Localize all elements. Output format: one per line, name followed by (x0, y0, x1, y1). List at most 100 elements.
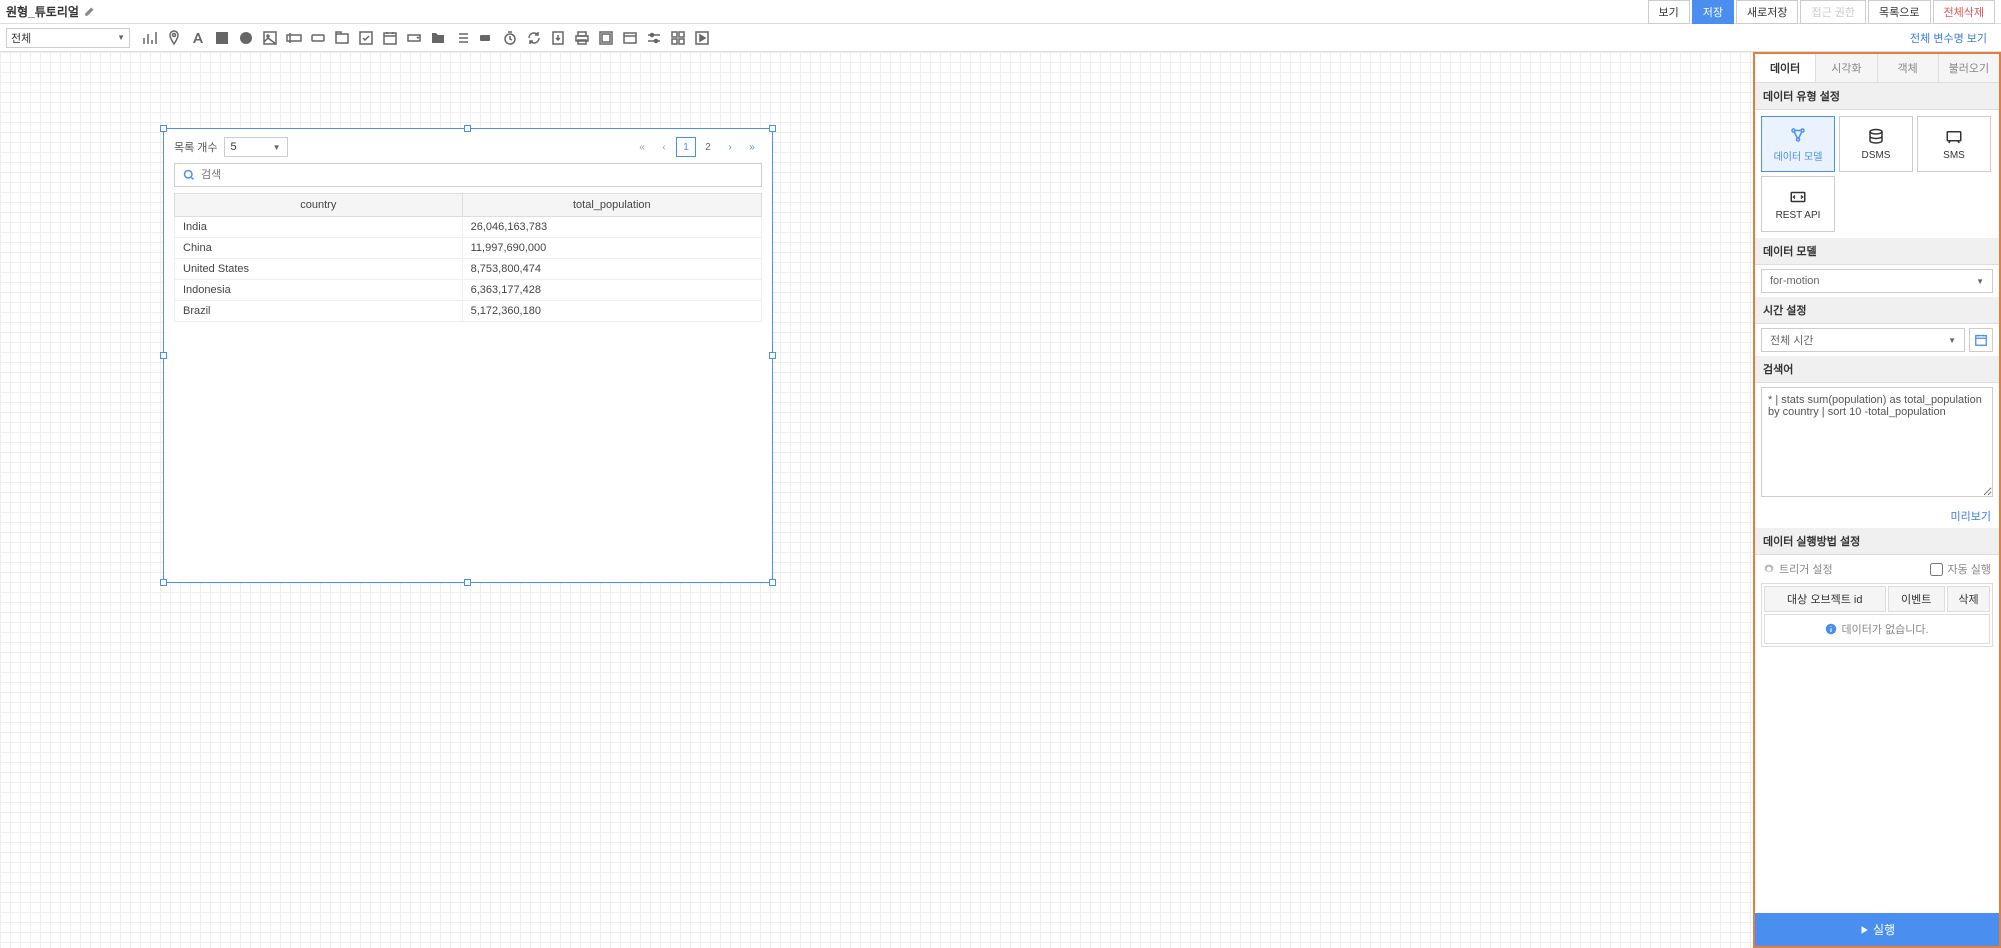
slider-icon[interactable] (646, 30, 662, 46)
api-icon (1789, 188, 1807, 206)
timer-icon[interactable] (502, 30, 518, 46)
list-icon[interactable] (454, 30, 470, 46)
print-icon[interactable] (574, 30, 590, 46)
resize-handle-nw[interactable] (160, 125, 167, 132)
trigger-row: 트리거 설정 자동 실행 (1755, 555, 1999, 583)
type-label: SMS (1943, 150, 1965, 161)
pager-last[interactable]: » (742, 137, 762, 157)
checkbox-icon[interactable] (358, 30, 374, 46)
model-select[interactable]: for-motion (1761, 269, 1993, 293)
table-row: Indonesia6,363,177,428 (175, 280, 762, 301)
refresh-icon[interactable] (526, 30, 542, 46)
resize-handle-ne[interactable] (769, 125, 776, 132)
tab-icon[interactable] (334, 30, 350, 46)
cell-country: India (175, 217, 463, 238)
canvas[interactable]: 목록 개수 5 « ‹ 1 2 › » (0, 52, 1753, 948)
preview-link[interactable]: 미리보기 (1755, 504, 1999, 528)
window-icon[interactable] (622, 30, 638, 46)
view-button[interactable]: 보기 (1648, 0, 1690, 24)
view-all-vars-link[interactable]: 전체 변수명 보기 (1910, 30, 1987, 46)
pager-page-1[interactable]: 1 (676, 137, 696, 157)
button-icon[interactable] (310, 30, 326, 46)
run-button[interactable]: 실행 (1755, 913, 1999, 946)
pager-page-2[interactable]: 2 (698, 137, 718, 157)
trigger-col-delete: 삭제 (1947, 586, 1990, 612)
access-button: 접근 권한 (1800, 0, 1866, 24)
trigger-col-event: 이벤트 (1888, 586, 1945, 612)
calendar-button[interactable] (1969, 328, 1993, 352)
col-total-population[interactable]: total_population (462, 194, 761, 217)
panel-icon[interactable] (598, 30, 614, 46)
resize-handle-s[interactable] (464, 579, 471, 586)
dropdown-icon[interactable] (406, 30, 422, 46)
save-button[interactable]: 저장 (1692, 0, 1734, 24)
cell-country: Brazil (175, 301, 463, 322)
type-grid: 데이터 모델 DSMS SMS REST API (1755, 110, 1999, 238)
widget-search-input[interactable] (201, 169, 753, 181)
tab-viz[interactable]: 시각화 (1816, 54, 1877, 82)
download-icon[interactable] (550, 30, 566, 46)
query-textarea[interactable] (1761, 387, 1993, 497)
image-icon[interactable] (262, 30, 278, 46)
resize-handle-se[interactable] (769, 579, 776, 586)
resize-handle-e[interactable] (769, 352, 776, 359)
play-box-icon[interactable] (694, 30, 710, 46)
database-icon (1867, 128, 1885, 146)
data-table: country total_population India26,046,163… (174, 193, 762, 322)
time-select[interactable]: 전체 시간 (1761, 328, 1965, 352)
model-select-value: for-motion (1770, 275, 1820, 287)
play-icon (1859, 925, 1869, 935)
pager-prev[interactable]: ‹ (654, 137, 674, 157)
type-dsms[interactable]: DSMS (1839, 116, 1913, 172)
auto-exec-label: 자동 실행 (1947, 561, 1991, 577)
grid-icon[interactable] (670, 30, 686, 46)
gear-icon (1763, 563, 1775, 575)
widget-inner: 목록 개수 5 « ‹ 1 2 › » (164, 129, 772, 330)
col-country[interactable]: country (175, 194, 463, 217)
circle-icon[interactable] (238, 30, 254, 46)
list-count-select[interactable]: 5 (224, 137, 288, 157)
tab-load[interactable]: 불러오기 (1939, 54, 1999, 82)
time-select-value: 전체 시간 (1770, 332, 1814, 348)
resize-handle-n[interactable] (464, 125, 471, 132)
main-area: 목록 개수 5 « ‹ 1 2 › » (0, 52, 2001, 948)
tab-object[interactable]: 객체 (1878, 54, 1939, 82)
resize-handle-w[interactable] (160, 352, 167, 359)
edit-title-icon[interactable] (83, 6, 95, 18)
list-count-value: 5 (231, 141, 237, 153)
pager-first[interactable]: « (632, 137, 652, 157)
header-bar: 원형_튜토리얼 보기 저장 새로저장 접근 권한 목록으로 전체삭제 (0, 0, 2001, 24)
trigger-table: 대상 오브젝트 id 이벤트 삭제 데이터가 없습니다. (1761, 583, 1993, 647)
square-icon[interactable] (214, 30, 230, 46)
panel-tabs: 데이터 시각화 객체 불러오기 (1755, 54, 1999, 83)
text-icon[interactable] (190, 30, 206, 46)
tab-data[interactable]: 데이터 (1755, 54, 1816, 82)
pager-next[interactable]: › (720, 137, 740, 157)
calendar-icon[interactable] (382, 30, 398, 46)
folder-icon[interactable] (430, 30, 446, 46)
type-sms[interactable]: SMS (1917, 116, 1991, 172)
type-rest-api[interactable]: REST API (1761, 176, 1835, 232)
table-row: India26,046,163,783 (175, 217, 762, 238)
resize-handle-sw[interactable] (160, 579, 167, 586)
page-title: 원형_튜토리얼 (6, 3, 79, 20)
layer-select[interactable]: 전체 (6, 28, 130, 48)
section-data-model: 데이터 모델 (1755, 238, 1999, 265)
auto-exec-input[interactable] (1930, 563, 1943, 576)
save-as-button[interactable]: 새로저장 (1736, 0, 1798, 24)
auto-exec-checkbox[interactable]: 자동 실행 (1930, 561, 1991, 577)
bar-chart-icon[interactable] (142, 30, 158, 46)
input-icon[interactable] (286, 30, 302, 46)
type-data-model[interactable]: 데이터 모델 (1761, 116, 1835, 172)
widget-search-box[interactable] (174, 163, 762, 187)
table-row: United States8,753,800,474 (175, 259, 762, 280)
cell-pop: 6,363,177,428 (462, 280, 761, 301)
trigger-label[interactable]: 트리거 설정 (1779, 561, 1833, 577)
table-widget[interactable]: 목록 개수 5 « ‹ 1 2 › » (163, 128, 773, 583)
delete-all-button[interactable]: 전체삭제 (1933, 0, 1995, 24)
sms-icon (1945, 128, 1963, 146)
type-label: DSMS (1862, 150, 1891, 161)
to-list-button[interactable]: 목록으로 (1868, 0, 1930, 24)
label-icon[interactable] (478, 30, 494, 46)
map-pin-icon[interactable] (166, 30, 182, 46)
